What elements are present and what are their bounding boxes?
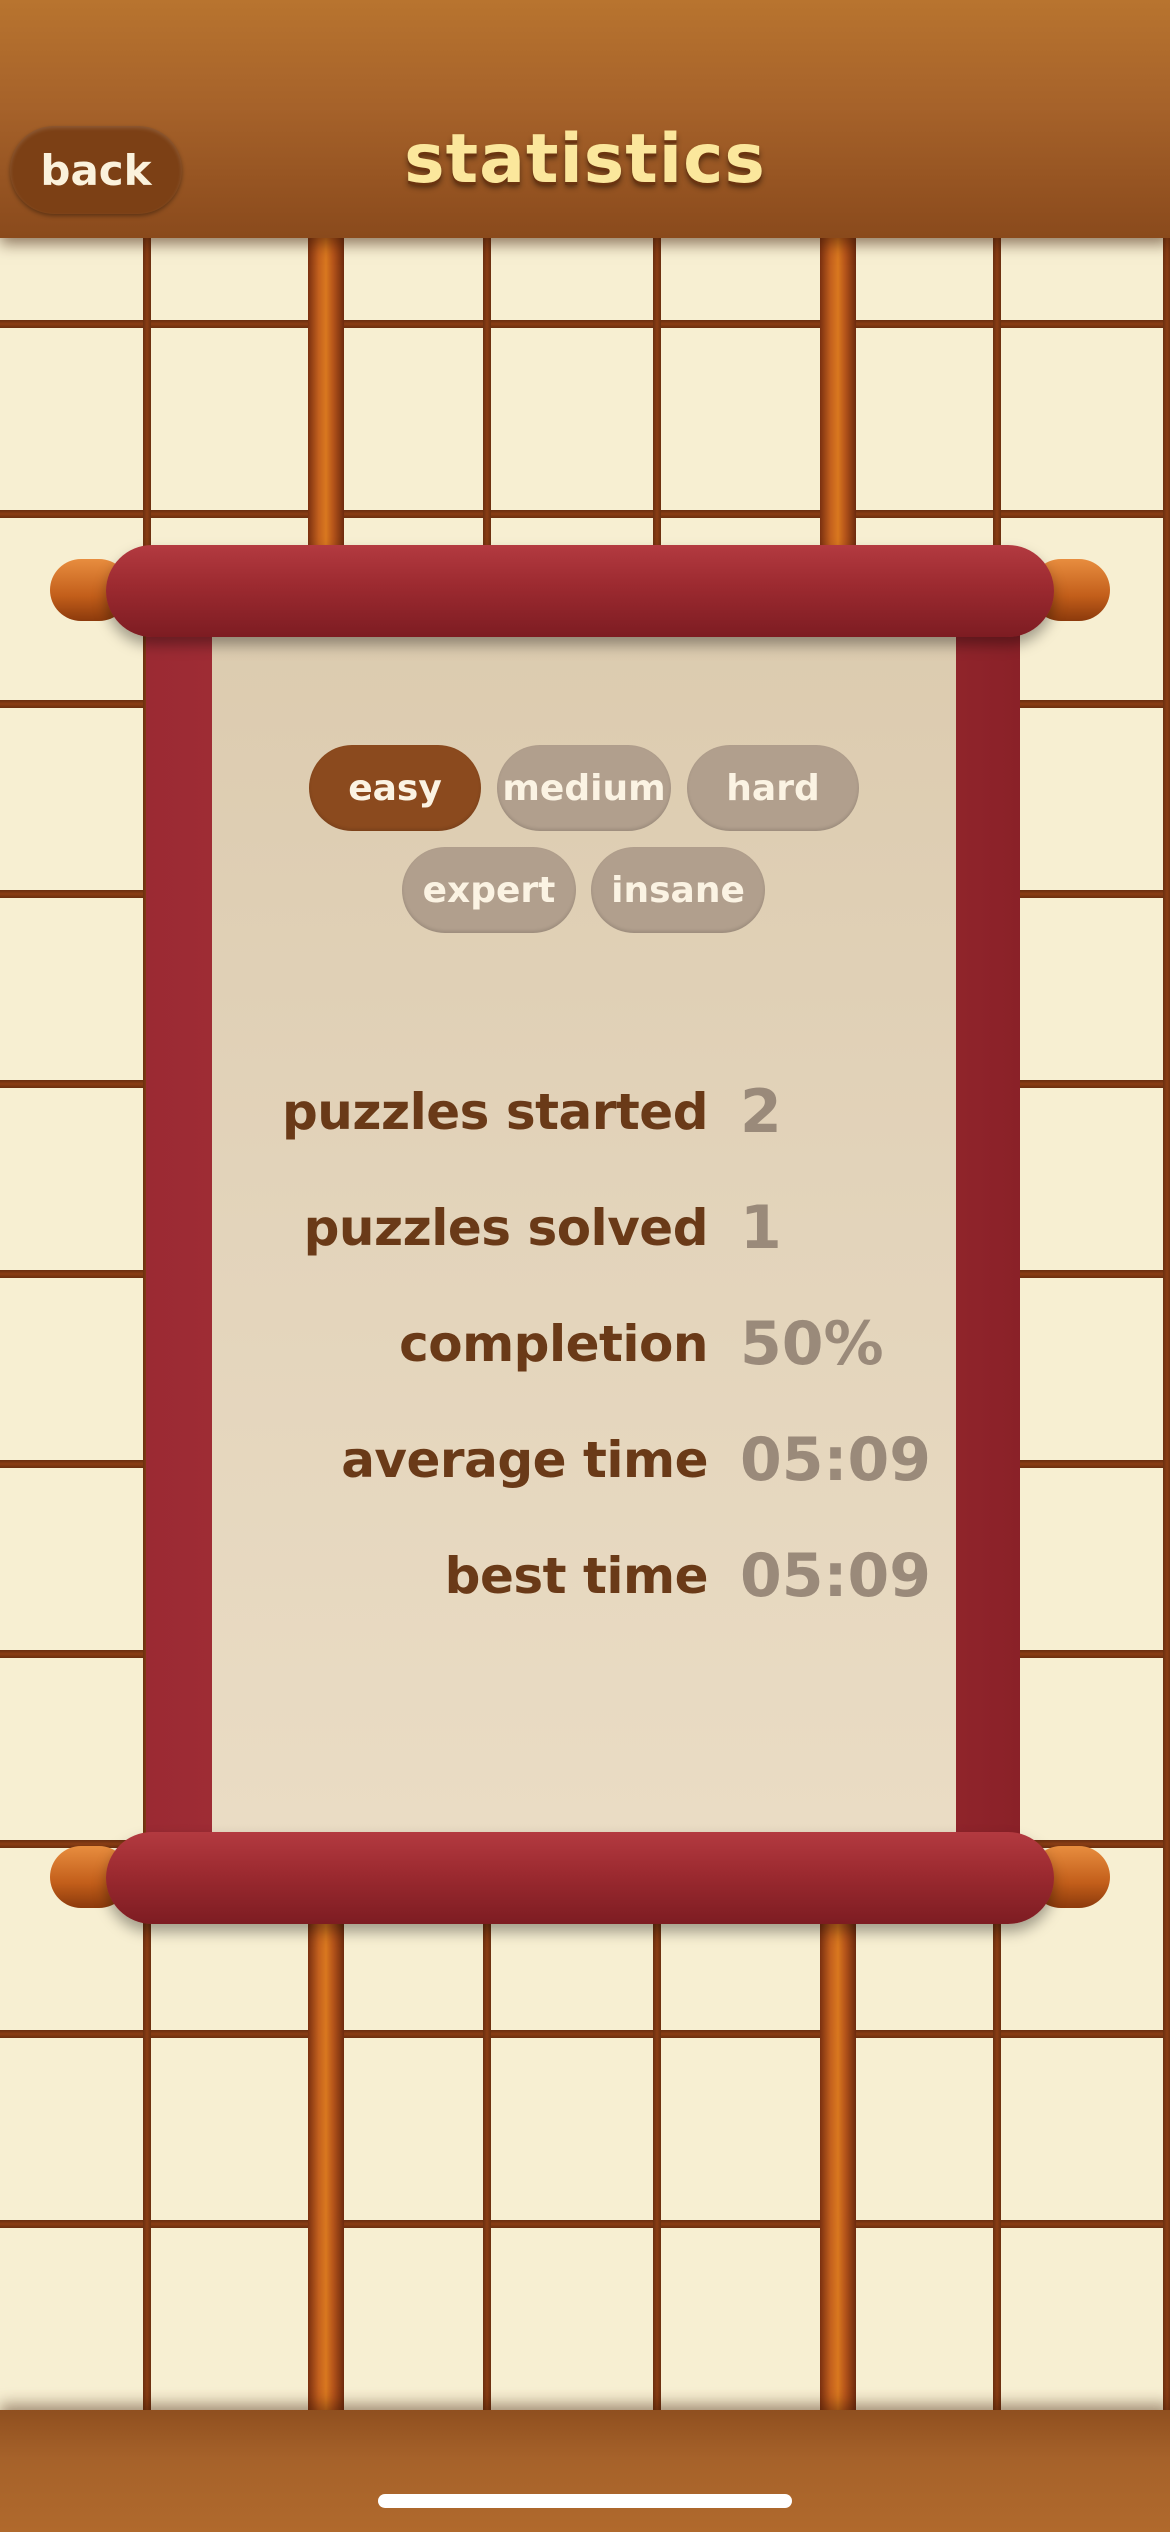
- stat-value-best-time: 05:09: [740, 1541, 931, 1611]
- stat-value-average-time: 05:09: [740, 1425, 931, 1495]
- difficulty-tab-easy[interactable]: easy: [309, 745, 481, 831]
- top-bar: [0, 0, 1170, 238]
- stat-label-best-time: best time: [444, 1547, 709, 1605]
- home-indicator[interactable]: [378, 2494, 792, 2508]
- bottom-bar: [0, 2410, 1170, 2532]
- stat-label-puzzles-solved: puzzles solved: [303, 1199, 709, 1257]
- difficulty-tab-expert[interactable]: expert: [402, 847, 576, 933]
- scroll-bottom-rod: [50, 1832, 1110, 1924]
- difficulty-tab-medium[interactable]: medium: [497, 745, 671, 831]
- difficulty-tab-hard[interactable]: hard: [687, 745, 859, 831]
- stat-value-puzzles-started: 2: [740, 1077, 782, 1147]
- stat-label-average-time: average time: [341, 1431, 708, 1489]
- stat-label-completion: completion: [399, 1315, 708, 1373]
- page-title: statistics: [404, 120, 766, 199]
- stat-label-puzzles-started: puzzles started: [282, 1083, 708, 1141]
- rod-bar: [106, 1832, 1054, 1924]
- rod-bar: [106, 545, 1054, 637]
- scroll-top-rod: [50, 545, 1110, 637]
- stat-value-puzzles-solved: 1: [740, 1193, 782, 1263]
- stat-value-completion: 50%: [740, 1309, 884, 1379]
- difficulty-tab-insane[interactable]: insane: [591, 847, 765, 933]
